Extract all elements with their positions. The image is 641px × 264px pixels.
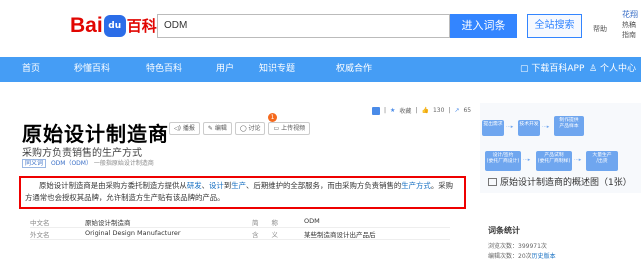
video-icon: ▭ [273,125,282,132]
table-row: 中文名 原始设计制造商 简 称 ODM [30,216,450,228]
info-key: 中文名 [30,219,50,227]
lemma-statistics: 词条统计 浏览次数：399971次 编辑次数：20次历史版本 [488,225,638,262]
search-input[interactable]: ODM [157,14,450,38]
statistics-heading: 词条统计 [488,226,520,235]
info-value: Original Design Manufacturer [85,229,181,237]
diagram-node: 制作提供 产品样本 [554,116,584,136]
synonym-text: 一般指原始设计制造商 [93,160,154,167]
diagram-node: 设计/签约 (委托厂商设计) [485,151,521,171]
nav-item-users[interactable]: 用户 [216,57,234,82]
user-menu[interactable]: 花翔 热稿 指南 [622,10,638,40]
broadcast-label: 播报 [182,125,195,132]
user-hot-link[interactable]: 热稿 [622,20,638,30]
user-guide-link[interactable]: 指南 [622,30,638,40]
logo-text: Bai [70,14,103,37]
pencil-icon: ✎ [207,125,215,132]
page-title: 原始设计制造商 [22,122,169,146]
discussion-count-badge: 1 [268,113,277,122]
person-icon: ♙ [589,64,598,74]
synonym-link[interactable]: ODM（ODM） [51,160,92,167]
personal-center-label: 个人中心 [599,64,636,74]
diagram-caption[interactable]: 原始设计制造商的概述图（1张） [488,177,638,189]
arrow-icon: ···▸ [542,124,550,130]
diagram-node: 技术开发 [518,120,540,136]
speaker-icon: ◁) [174,125,183,132]
paw-icon: du [103,15,126,37]
shares-count: 65 [463,107,472,114]
link-production[interactable]: 生产 [231,181,246,190]
info-value: 某些制造商设计出产品后 [304,231,376,239]
arrow-icon: ···▸ [506,124,514,130]
link-design[interactable]: 设计 [209,181,224,190]
link-research[interactable]: 研发 [187,181,202,190]
logo-baike-text: 百科 [126,17,157,35]
entry-stats: | ★ 收藏 | 👍 130 | ↗ 65 [372,106,471,115]
diagram-caption-text: 原始设计制造商的概述图（1张） [500,178,632,188]
nav-item-featured[interactable]: 特色百科 [146,57,182,82]
diagram-node: 产品试制 (委托厂商制样) [536,151,572,171]
share-weibo-icon[interactable] [372,106,380,115]
edits-line: 编辑次数：20次历史版本 [488,252,638,262]
separator: | [415,107,418,114]
help-link[interactable]: 帮助 [593,24,607,34]
views-count: 浏览次数：399971次 [488,243,547,250]
nav-item-partners[interactable]: 权威合作 [336,57,372,82]
summary-text-d: 、后期维护的全部服务，而由采购方负责销售的 [246,181,402,190]
info-key: 简 称 [252,219,278,227]
title-toolbar: ◁) 播报 ✎ 编辑 ◯ 讨论 ▭ 上传视频 [169,122,311,135]
lemma-summary: 原始设计制造商是由采购方委托制造方提供从研发、设计到生产、后期维护的全部服务，而… [19,176,466,209]
history-link[interactable]: 历史版本 [532,253,556,260]
basic-info-table: 中文名 原始设计制造商 简 称 ODM 外文名 Original Design … [30,216,450,240]
main-nav: 首页 秒懂百科 特色百科 用户 知识专题 权威合作 ▢ 下载百科APP ♙ 个人… [0,57,641,82]
separator: | [448,107,451,114]
synonym-line: 同义词 ODM（ODM） 一般指原始设计制造商 [22,158,154,168]
entry-subtitle: 采购方负责销售的生产方式 [22,148,142,159]
nav-item-topics[interactable]: 知识专题 [259,57,295,82]
image-icon [488,178,497,186]
info-key: 含 义 [252,231,278,239]
diagram-node: 提出需求 [482,120,504,136]
upload-video-label: 上传视频 [281,125,306,132]
info-value: 原始设计制造商 [85,219,131,227]
discuss-button[interactable]: ◯ 讨论 [234,122,266,135]
personal-center-link[interactable]: ♙ 个人中心 [589,57,636,82]
full-site-search-button[interactable]: 全站搜索 [527,14,582,38]
download-app-label: 下载百科APP [531,64,585,74]
info-value: ODM [304,217,320,225]
share-icon[interactable]: ↗ [454,107,459,114]
top-header: Bai du 百科 ODM 进入词条 全站搜索 帮助 花翔 热稿 指南 [0,0,641,52]
separator: | [384,107,387,114]
upload-video-button[interactable]: ▭ 上传视频 [268,122,311,135]
favorites-label[interactable]: 收藏 [399,106,411,115]
star-icon[interactable]: ★ [390,107,395,114]
edits-count: 编辑次数：20次 [488,253,532,260]
user-name[interactable]: 花翔 [622,10,638,20]
thumb-up-icon[interactable]: 👍 [421,107,428,114]
nav-item-miaodong[interactable]: 秒懂百科 [74,57,110,82]
info-key: 外文名 [30,231,50,239]
nav-item-home[interactable]: 首页 [22,57,40,82]
synonym-tag: 同义词 [22,159,47,168]
edit-button[interactable]: ✎ 编辑 [202,122,232,135]
arrow-icon: ···▸ [574,157,582,163]
download-app-link[interactable]: ▢ 下载百科APP [520,57,584,82]
discuss-label: 讨论 [248,125,261,132]
table-row: 外文名 Original Design Manufacturer 含 义 某些制… [30,228,450,240]
baidu-baike-logo[interactable]: Bai du 百科 [70,11,157,37]
broadcast-button[interactable]: ◁) 播报 [169,122,200,135]
edit-label: 编辑 [214,125,227,132]
summary-text-a: 原始设计制造商是由采购方委托制造方提供从 [39,181,187,190]
phone-icon: ▢ [520,64,529,74]
link-production-mode[interactable]: 生产方式 [401,181,431,190]
arrow-icon: ···▸ [523,157,531,163]
diagram-node: 大量生产 /出货 [586,151,618,171]
enter-entry-button[interactable]: 进入词条 [450,14,517,38]
summary-text-b: 、 [201,181,210,190]
likes-count: 130 [432,107,445,114]
